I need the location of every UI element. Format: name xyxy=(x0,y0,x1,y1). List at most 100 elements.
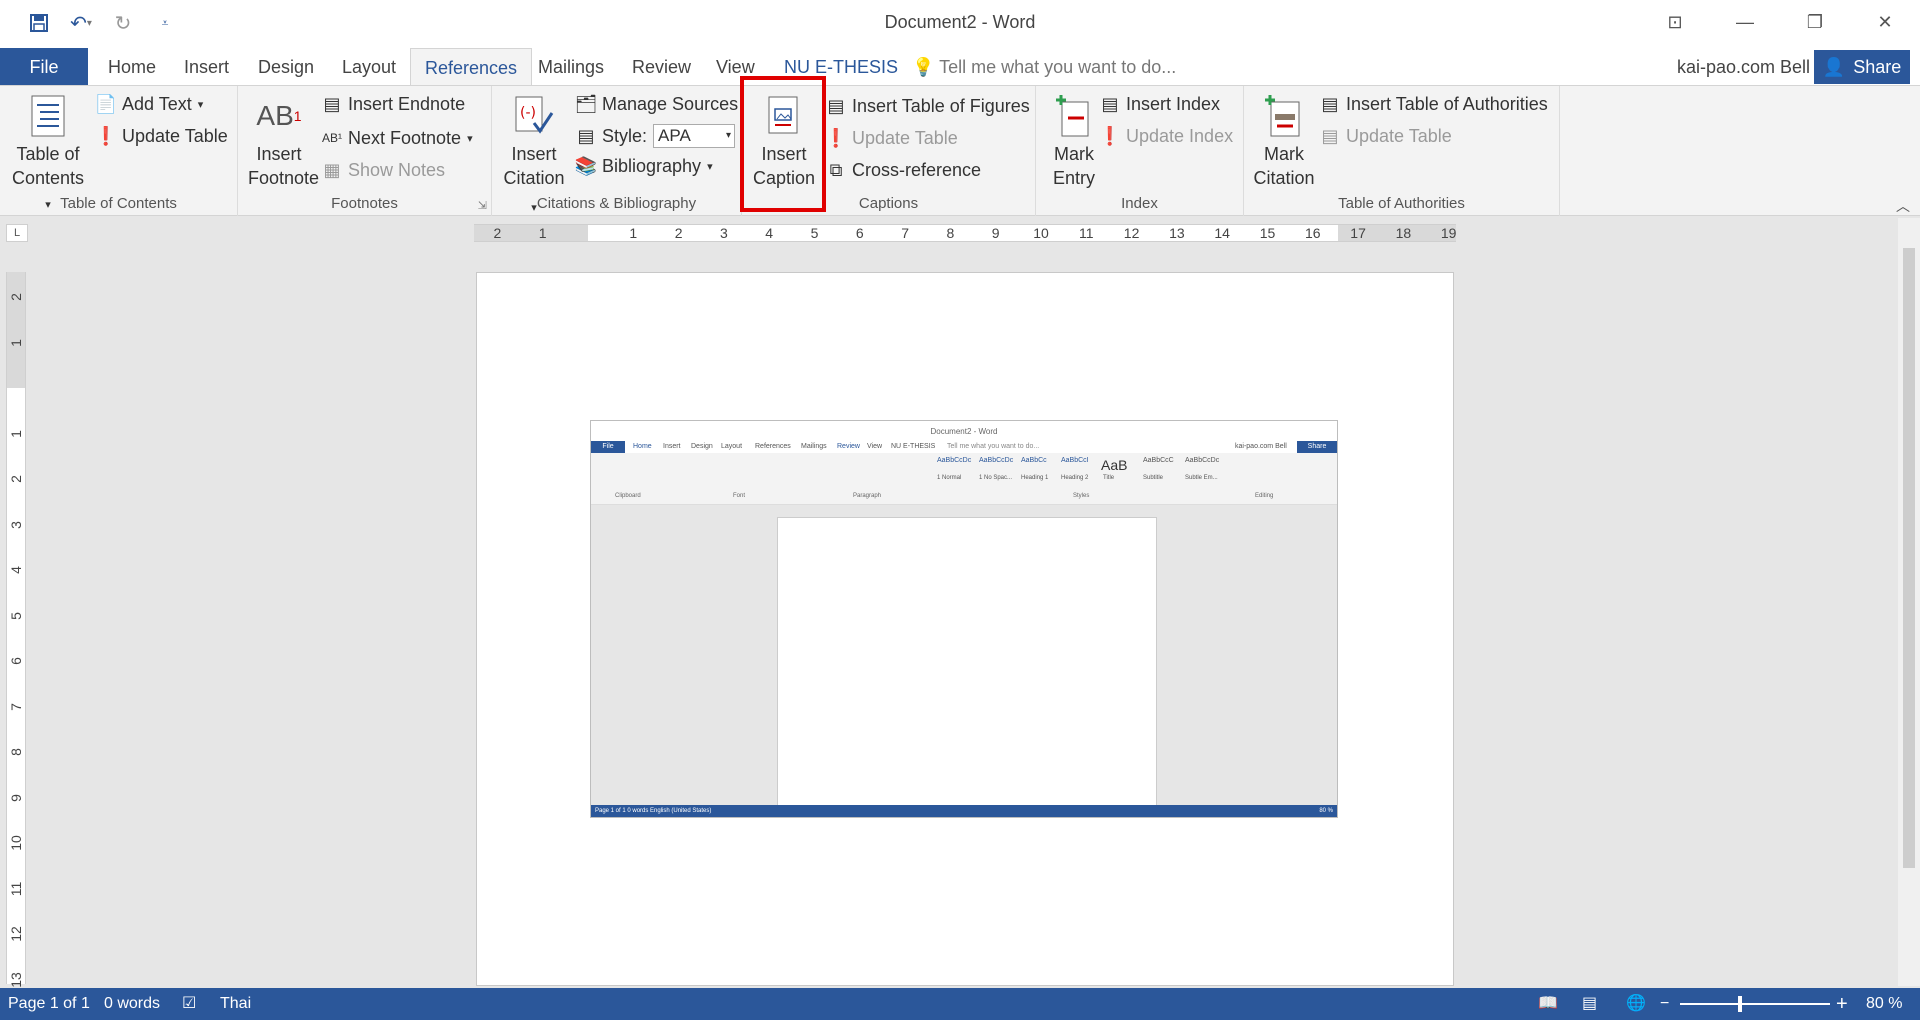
footnote-label-1: Insert xyxy=(256,144,302,164)
citation-label-1: Insert xyxy=(511,144,557,164)
minimize-icon[interactable]: — xyxy=(1710,0,1780,44)
tell-me-text: Tell me what you want to do... xyxy=(939,57,1177,77)
ruler-tick: 9 xyxy=(991,225,1000,241)
update-index-label: Update Index xyxy=(1126,125,1234,146)
manage-sources-label: Manage Sources xyxy=(602,93,739,114)
next-footnote-button[interactable]: AB¹ Next Footnote ▾ xyxy=(322,124,473,152)
account-name[interactable]: kai-pao.com Bell xyxy=(1677,48,1810,86)
ruler-tick: 3 xyxy=(8,520,24,529)
cross-reference-icon: ⧉ xyxy=(829,159,843,180)
mini-style: AaBbCc xyxy=(1021,457,1047,464)
mini-body xyxy=(591,505,1337,807)
ruler-tick: 1 xyxy=(629,225,638,241)
update-table-button[interactable]: ❗ Update Table xyxy=(95,122,228,150)
group-label: Table of Contents xyxy=(60,195,177,212)
ruler-tick: 5 xyxy=(810,225,819,241)
close-icon[interactable]: ✕ xyxy=(1850,0,1920,44)
tab-insert[interactable]: Insert xyxy=(170,48,243,86)
person-icon: 👤 xyxy=(1822,56,1846,77)
window-controls: ⊡ — ❐ ✕ xyxy=(1640,0,1920,44)
mini-group-label: Paragraph xyxy=(853,493,882,499)
style-selector[interactable]: ▤ Style: APA ▾ xyxy=(576,122,736,150)
tab-layout[interactable]: Layout xyxy=(328,48,410,86)
ruler-tick: 2 xyxy=(493,225,502,241)
tab-file[interactable]: File xyxy=(0,48,88,86)
vertical-scrollbar[interactable] xyxy=(1898,218,1920,986)
update-table-figures-button[interactable]: ❗ Update Table xyxy=(825,124,958,152)
tab-home[interactable]: Home xyxy=(94,48,170,86)
scrollbar-thumb[interactable] xyxy=(1903,248,1915,868)
tab-review[interactable]: Review xyxy=(618,48,705,86)
print-layout-icon[interactable]: ▤ xyxy=(1582,988,1597,1020)
bibliography-button[interactable]: 📚 Bibliography ▾ xyxy=(575,152,713,180)
mini-page xyxy=(777,517,1157,807)
cross-reference-button[interactable]: ⧉ Cross-reference xyxy=(826,156,981,184)
ruler-tick: 18 xyxy=(1395,225,1412,241)
show-notes-button[interactable]: ▦ Show Notes xyxy=(322,156,445,184)
read-mode-icon[interactable]: 📖 xyxy=(1538,988,1558,1020)
add-text-button[interactable]: 📄 Add Text ▾ xyxy=(94,90,203,118)
ruler-tick: 12 xyxy=(8,926,24,942)
vertical-ruler[interactable]: 2 1 1 2 3 4 5 6 7 8 9 10 11 12 13 xyxy=(6,272,26,987)
insert-table-of-figures-button[interactable]: ▤ Insert Table of Figures xyxy=(826,92,1029,120)
add-text-icon: 📄 xyxy=(94,93,118,114)
mini-style: AaBbCcDc xyxy=(979,457,1014,464)
mini-status: Page 1 of 1 0 words English (United Stat… xyxy=(595,808,712,814)
insert-table-of-authorities-button[interactable]: ▤ Insert Table of Authorities xyxy=(1320,90,1548,118)
language[interactable]: Thai xyxy=(220,988,251,1020)
mini-tab-file: File xyxy=(591,441,625,453)
horizontal-ruler[interactable]: 2 1 1 2 3 4 5 6 7 8 9 10 11 12 13 14 15 16 17 18 19 xyxy=(474,224,1456,242)
proofing-icon[interactable]: ☑ xyxy=(182,988,196,1020)
web-layout-icon[interactable]: 🌐 xyxy=(1626,988,1646,1020)
collapse-ribbon-icon[interactable]: ︿ xyxy=(1896,196,1910,216)
zoom-out-icon[interactable]: − xyxy=(1660,988,1669,1020)
mark-entry-label-2: Entry xyxy=(1052,168,1095,188)
zoom-slider[interactable] xyxy=(1680,1003,1830,1005)
ruler-tick: 13 xyxy=(1169,225,1185,241)
insert-toa-label: Insert Table of Authorities xyxy=(1346,93,1548,114)
manage-sources-button[interactable]: 🗂 Manage Sources xyxy=(575,90,739,118)
restore-icon[interactable]: ❐ xyxy=(1780,0,1850,44)
insert-endnote-button[interactable]: ▤ Insert Endnote xyxy=(322,90,465,118)
mark-entry-button[interactable]: Mark Entry xyxy=(1042,92,1106,190)
insert-index-label: Insert Index xyxy=(1126,93,1221,114)
word-count[interactable]: 0 words xyxy=(104,988,160,1020)
style-dropdown[interactable]: APA ▾ xyxy=(653,124,736,148)
insert-footnote-button[interactable]: AB 1 Insert Footnote xyxy=(248,92,319,190)
mini-style: AaBbCcDc xyxy=(937,457,972,464)
bibliography-label: Bibliography xyxy=(602,155,702,176)
ruler-tick: 7 xyxy=(8,702,24,711)
tab-design[interactable]: Design xyxy=(244,48,328,86)
tell-me-box[interactable]: 💡 Tell me what you want to do... xyxy=(912,48,1176,86)
zoom-level[interactable]: 80 % xyxy=(1866,988,1902,1020)
tab-selector-icon[interactable]: L xyxy=(6,224,28,242)
insert-index-button[interactable]: ▤ Insert Index xyxy=(1100,90,1220,118)
tab-references[interactable]: References xyxy=(410,48,533,86)
inserted-screenshot-image[interactable]: Document2 - Word File Home Insert Design… xyxy=(590,420,1338,818)
mini-tab-references: References xyxy=(755,443,791,450)
update-index-button[interactable]: ❗ Update Index xyxy=(1099,122,1234,150)
chevron-down-icon: ▾ xyxy=(467,132,473,145)
ribbon: Table of Contents ▾ 📄 Add Text ▾ ❗ Update T… xyxy=(0,85,1920,216)
mini-tab-design: Design xyxy=(691,443,713,450)
mini-style-name: Subtitle xyxy=(1143,475,1164,481)
tab-mailings[interactable]: Mailings xyxy=(524,48,618,86)
group-label: Table of Authorities xyxy=(1338,195,1465,212)
group-label: Index xyxy=(1121,195,1158,212)
zoom-slider-thumb[interactable] xyxy=(1738,996,1742,1012)
ruler-tick: 5 xyxy=(8,611,24,620)
chevron-down-icon: ▾ xyxy=(707,160,713,173)
insert-index-icon: ▤ xyxy=(1101,93,1119,114)
ribbon-display-options-icon[interactable]: ⊡ xyxy=(1640,0,1710,44)
ruler-tick: 17 xyxy=(1350,225,1366,241)
mini-group-label: Font xyxy=(733,493,746,499)
update-table-authorities-button[interactable]: ▤ Update Table xyxy=(1320,122,1451,150)
cross-reference-label: Cross-reference xyxy=(852,159,982,180)
zoom-in-icon[interactable]: + xyxy=(1836,988,1848,1020)
table-of-contents-icon xyxy=(26,92,70,140)
share-button[interactable]: 👤 Share xyxy=(1814,50,1910,84)
show-notes-icon: ▦ xyxy=(323,159,341,180)
page-count[interactable]: Page 1 of 1 xyxy=(8,988,90,1020)
mark-citation-button[interactable]: Mark Citation xyxy=(1250,92,1318,190)
dialog-launcher-icon[interactable]: ⇲ xyxy=(478,199,487,212)
